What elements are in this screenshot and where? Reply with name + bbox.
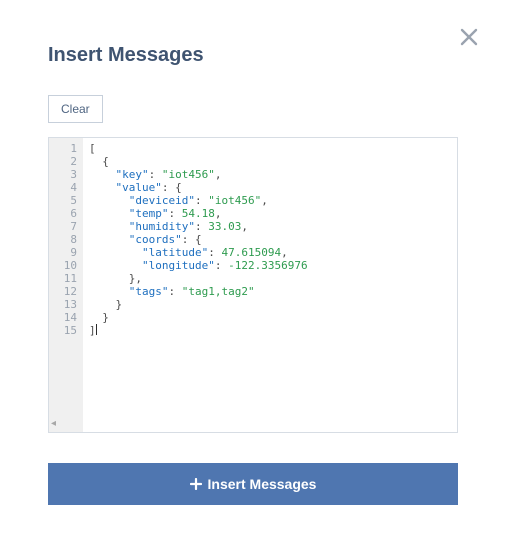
insert-messages-modal: Insert Messages Clear 123456789101112131… xyxy=(0,0,506,553)
plus-icon xyxy=(190,478,202,490)
page-title: Insert Messages xyxy=(48,0,458,95)
insert-messages-button[interactable]: Insert Messages xyxy=(48,463,458,505)
clear-button[interactable]: Clear xyxy=(48,95,103,123)
insert-button-label: Insert Messages xyxy=(208,476,317,492)
scroll-left-icon[interactable]: ◂ xyxy=(51,418,56,429)
clear-button-label: Clear xyxy=(61,102,90,116)
code-content[interactable]: [ { "key": "iot456", "value": { "devicei… xyxy=(83,138,457,432)
close-button[interactable] xyxy=(460,28,478,46)
code-editor[interactable]: 123456789101112131415 [ { "key": "iot456… xyxy=(48,137,458,433)
close-icon xyxy=(460,28,478,46)
line-number-gutter: 123456789101112131415 xyxy=(49,138,83,432)
